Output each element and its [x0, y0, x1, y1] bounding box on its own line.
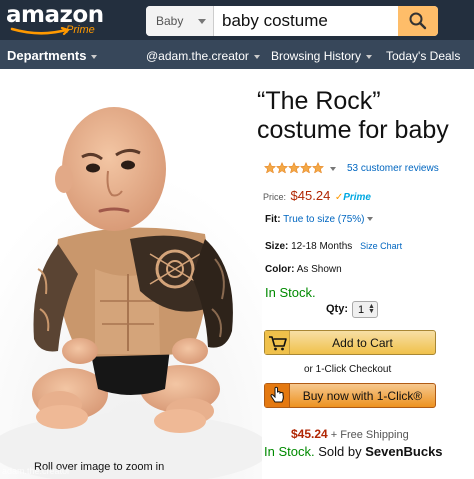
- rating-stars[interactable]: [264, 162, 324, 174]
- shipping-row: $45.24 + Free Shipping: [291, 427, 409, 441]
- product-title: “The Rock” costume for baby: [257, 87, 449, 144]
- seller-row: In Stock. Sold by SevenBucks: [264, 444, 443, 459]
- search-button[interactable]: [398, 6, 438, 36]
- hand-pointer-icon: [265, 384, 290, 407]
- color-value: As Shown: [296, 264, 342, 275]
- chevron-down-icon: [253, 54, 260, 59]
- nav-departments-label: Departments: [7, 48, 87, 63]
- fit-label: Fit:: [265, 214, 281, 225]
- star-icon: [264, 162, 277, 174]
- nav-departments[interactable]: Departments: [7, 48, 98, 63]
- search-bar: Baby: [146, 6, 438, 36]
- star-icon: [311, 162, 324, 174]
- nav-browsing-history[interactable]: Browsing History: [271, 49, 373, 63]
- sold-by-label: Sold by: [318, 444, 362, 459]
- price-value: $45.24: [290, 188, 331, 203]
- search-scope-label: Baby: [156, 14, 184, 28]
- nav-deals-label: Today's Deals: [386, 49, 461, 63]
- logo-prime-label: Prime: [66, 24, 95, 36]
- shipping-price: $45.24: [291, 427, 328, 441]
- check-icon: ✓: [334, 192, 344, 203]
- add-to-cart-label: Add to Cart: [332, 336, 393, 350]
- search-input[interactable]: [216, 6, 396, 36]
- prime-badge: ✓Prime: [335, 192, 371, 203]
- nav-todays-deals[interactable]: Today's Deals: [386, 49, 460, 63]
- chevron-down-icon: [91, 54, 98, 59]
- nav-history-label: Browsing History: [271, 49, 362, 63]
- add-to-cart-button[interactable]: Add to Cart: [264, 330, 436, 355]
- updown-arrows-icon: ▲ ▼: [368, 303, 375, 315]
- prime-label: Prime: [343, 192, 371, 203]
- size-label: Size:: [265, 241, 289, 252]
- nav-account-label: @adam.the.creator: [146, 49, 249, 63]
- customer-reviews-link[interactable]: 53 customer reviews: [347, 163, 439, 174]
- chevron-down-icon: [366, 54, 373, 59]
- product-image[interactable]: [0, 69, 270, 479]
- price-label: Price:: [263, 192, 287, 202]
- buy-now-label: Buy now with 1-Click®: [302, 389, 423, 403]
- baby-costume-photo: [0, 69, 270, 479]
- top-header: amazon Prime Baby: [0, 0, 474, 40]
- image-watermark: adam.the.creator: [2, 466, 71, 476]
- buy-now-button[interactable]: Buy now with 1-Click®: [264, 383, 436, 408]
- amazon-logo[interactable]: amazon Prime: [6, 2, 104, 38]
- smile-arrow-icon: [10, 27, 71, 36]
- chevron-down-icon: [198, 19, 206, 24]
- star-icon: [299, 162, 313, 174]
- free-shipping-text: + Free Shipping: [330, 429, 409, 441]
- size-row: Size: 12-18 Months Size Chart: [265, 241, 402, 252]
- qty-value: 1: [358, 304, 365, 316]
- chevron-down-icon[interactable]: [367, 217, 374, 222]
- cart-icon: [265, 331, 290, 354]
- star-icon: [275, 162, 289, 174]
- star-icon: [287, 162, 301, 174]
- seller-name[interactable]: SevenBucks: [365, 444, 442, 459]
- price-row: Price: $45.24 ✓Prime: [263, 188, 371, 203]
- color-row: Color: As Shown: [265, 264, 342, 275]
- qty-label: Qty:: [326, 303, 348, 315]
- one-click-note: or 1-Click Checkout: [304, 364, 392, 375]
- size-value: 12-18 Months: [291, 241, 353, 252]
- nav-bar: Departments @adam.the.creator Browsing H…: [0, 40, 474, 69]
- color-label: Color:: [265, 264, 295, 275]
- fit-row: Fit: True to size (75%): [265, 214, 374, 225]
- seller-stock-status: In Stock.: [264, 444, 315, 459]
- fit-value-link[interactable]: True to size (75%): [283, 214, 364, 225]
- size-chart-link[interactable]: Size Chart: [360, 241, 402, 251]
- search-scope-dropdown[interactable]: Baby: [146, 6, 214, 36]
- search-icon: [409, 12, 427, 30]
- stock-status: In Stock.: [265, 285, 316, 300]
- chevron-down-icon[interactable]: [330, 167, 336, 171]
- nav-account[interactable]: @adam.the.creator: [146, 49, 260, 63]
